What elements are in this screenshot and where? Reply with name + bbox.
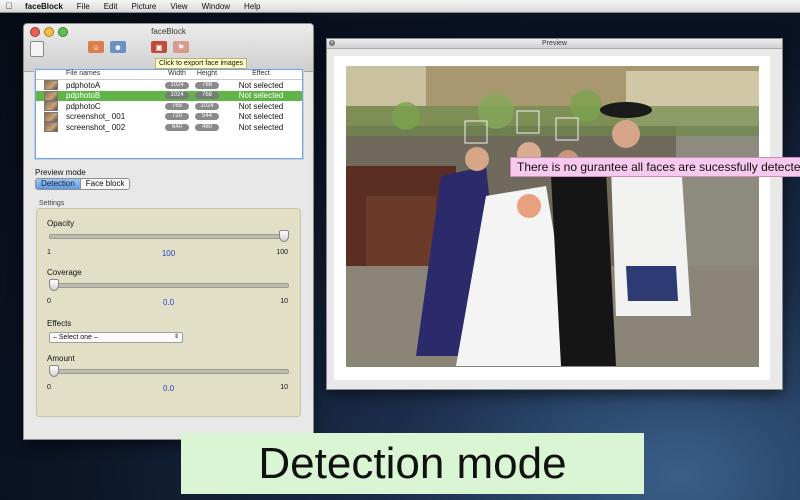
wedding-photo-image bbox=[346, 66, 759, 367]
preview-mode-segmented-control: Detection Face block bbox=[35, 178, 131, 190]
thumbnail-image bbox=[44, 101, 58, 112]
header-effect[interactable]: Effect bbox=[222, 70, 300, 79]
height-badge: 544 bbox=[195, 113, 219, 121]
table-row[interactable]: pdphotoA 1024 768 Not selected bbox=[36, 80, 302, 91]
preview-photo bbox=[346, 66, 759, 367]
menu-view[interactable]: View bbox=[163, 2, 194, 11]
preview-mode-label: Preview mode bbox=[35, 168, 86, 177]
file-name: pdphotoC bbox=[66, 101, 101, 111]
mode-banner: Detection mode bbox=[181, 433, 644, 494]
file-table: File names Width Height Effect pdphotoA … bbox=[35, 69, 303, 159]
menu-file[interactable]: File bbox=[70, 2, 97, 11]
coverage-max: 10 bbox=[280, 298, 288, 305]
table-row-selected[interactable]: pdphotoB 1024 768 Not selected bbox=[36, 90, 302, 101]
effect-status: Not selected bbox=[238, 112, 284, 122]
table-row[interactable]: screenshot_ 002 640 480 Not selected bbox=[36, 122, 302, 133]
coverage-slider[interactable] bbox=[49, 283, 289, 288]
width-badge: 1024 bbox=[165, 92, 189, 100]
effect-status: Not selected bbox=[238, 91, 284, 101]
header-thumb bbox=[36, 70, 66, 79]
header-filenames[interactable]: File names bbox=[66, 70, 162, 79]
main-window: faceBlock ☺ ☻ ▣ ⚑ Click to export face i… bbox=[23, 23, 314, 440]
height-badge: 1024 bbox=[195, 102, 219, 110]
settings-panel: Opacity 1 100 100 Coverage 0 0.0 10 Effe… bbox=[36, 208, 301, 417]
flag-icon[interactable]: ⚑ bbox=[173, 41, 189, 53]
add-faces-icon[interactable]: ☺ bbox=[88, 41, 104, 53]
coverage-slider-knob[interactable] bbox=[49, 279, 59, 291]
effects-selected-value: – Select one – bbox=[53, 334, 98, 341]
width-badge: 768 bbox=[165, 102, 189, 110]
opacity-slider-knob[interactable] bbox=[279, 230, 289, 242]
detection-mode-button[interactable]: Detection bbox=[36, 179, 81, 189]
amount-max: 10 bbox=[280, 384, 288, 391]
height-badge: 768 bbox=[195, 81, 219, 89]
width-badge: 640 bbox=[165, 123, 189, 131]
amount-slider[interactable] bbox=[49, 369, 289, 374]
export-tooltip: Click to export face images bbox=[155, 58, 248, 69]
height-badge: 768 bbox=[195, 92, 219, 100]
menu-picture[interactable]: Picture bbox=[124, 2, 163, 11]
amount-slider-knob[interactable] bbox=[49, 365, 59, 377]
header-height[interactable]: Height bbox=[192, 70, 222, 79]
opacity-label: Opacity bbox=[47, 219, 75, 228]
header-width[interactable]: Width bbox=[162, 70, 192, 79]
effects-label: Effects bbox=[47, 319, 72, 328]
apple-icon[interactable]:  bbox=[0, 1, 18, 11]
photo-frame bbox=[334, 56, 770, 380]
effect-status: Not selected bbox=[238, 122, 284, 132]
opacity-max: 100 bbox=[276, 249, 288, 256]
preview-titlebar: × Preview bbox=[327, 39, 782, 49]
amount-value: 0.0 bbox=[162, 384, 175, 393]
opacity-value: 100 bbox=[161, 249, 176, 258]
preview-title: Preview bbox=[542, 40, 567, 47]
table-row[interactable]: screenshot_ 001 720 544 Not selected bbox=[36, 111, 302, 123]
coverage-value: 0.0 bbox=[162, 298, 175, 307]
file-name: screenshot_ 002 bbox=[66, 122, 126, 132]
amount-label: Amount bbox=[47, 354, 75, 363]
file-name: screenshot_ 001 bbox=[66, 112, 126, 122]
menu-bar:  faceBlock File Edit Picture View Windo… bbox=[0, 0, 800, 13]
opacity-slider[interactable] bbox=[49, 234, 289, 239]
sidebar-toggle-icon[interactable] bbox=[30, 41, 44, 57]
thumbnail-image bbox=[44, 80, 58, 91]
file-name: pdphotoB bbox=[66, 91, 101, 101]
export-faces-icon[interactable]: ▣ bbox=[151, 41, 167, 53]
settings-label: Settings bbox=[39, 200, 65, 207]
effects-select[interactable]: – Select one – ⇕ bbox=[49, 332, 183, 343]
face-block-mode-button[interactable]: Face block bbox=[80, 179, 130, 189]
menu-window[interactable]: Window bbox=[195, 2, 237, 11]
select-arrows-icon: ⇕ bbox=[173, 334, 179, 340]
width-badge: 720 bbox=[165, 113, 189, 121]
effect-status: Not selected bbox=[238, 80, 284, 90]
file-name: pdphotoA bbox=[66, 80, 101, 90]
menu-edit[interactable]: Edit bbox=[97, 2, 125, 11]
coverage-label: Coverage bbox=[47, 268, 82, 277]
preview-window: × Preview bbox=[326, 38, 783, 390]
window-title: faceBlock bbox=[151, 27, 186, 36]
table-header: File names Width Height Effect bbox=[36, 70, 302, 80]
width-badge: 1024 bbox=[165, 81, 189, 89]
warning-callout: There is no gurantee all faces are suces… bbox=[510, 157, 800, 177]
thumbnail-image bbox=[44, 111, 58, 122]
group-faces-icon[interactable]: ☻ bbox=[110, 41, 126, 53]
menu-help[interactable]: Help bbox=[237, 2, 267, 11]
menu-app-name[interactable]: faceBlock bbox=[18, 2, 70, 11]
height-badge: 480 bbox=[195, 123, 219, 131]
effect-status: Not selected bbox=[238, 101, 284, 111]
table-row[interactable]: pdphotoC 768 1024 Not selected bbox=[36, 101, 302, 112]
thumbnail-image bbox=[44, 90, 58, 101]
thumbnail-image bbox=[44, 122, 58, 133]
